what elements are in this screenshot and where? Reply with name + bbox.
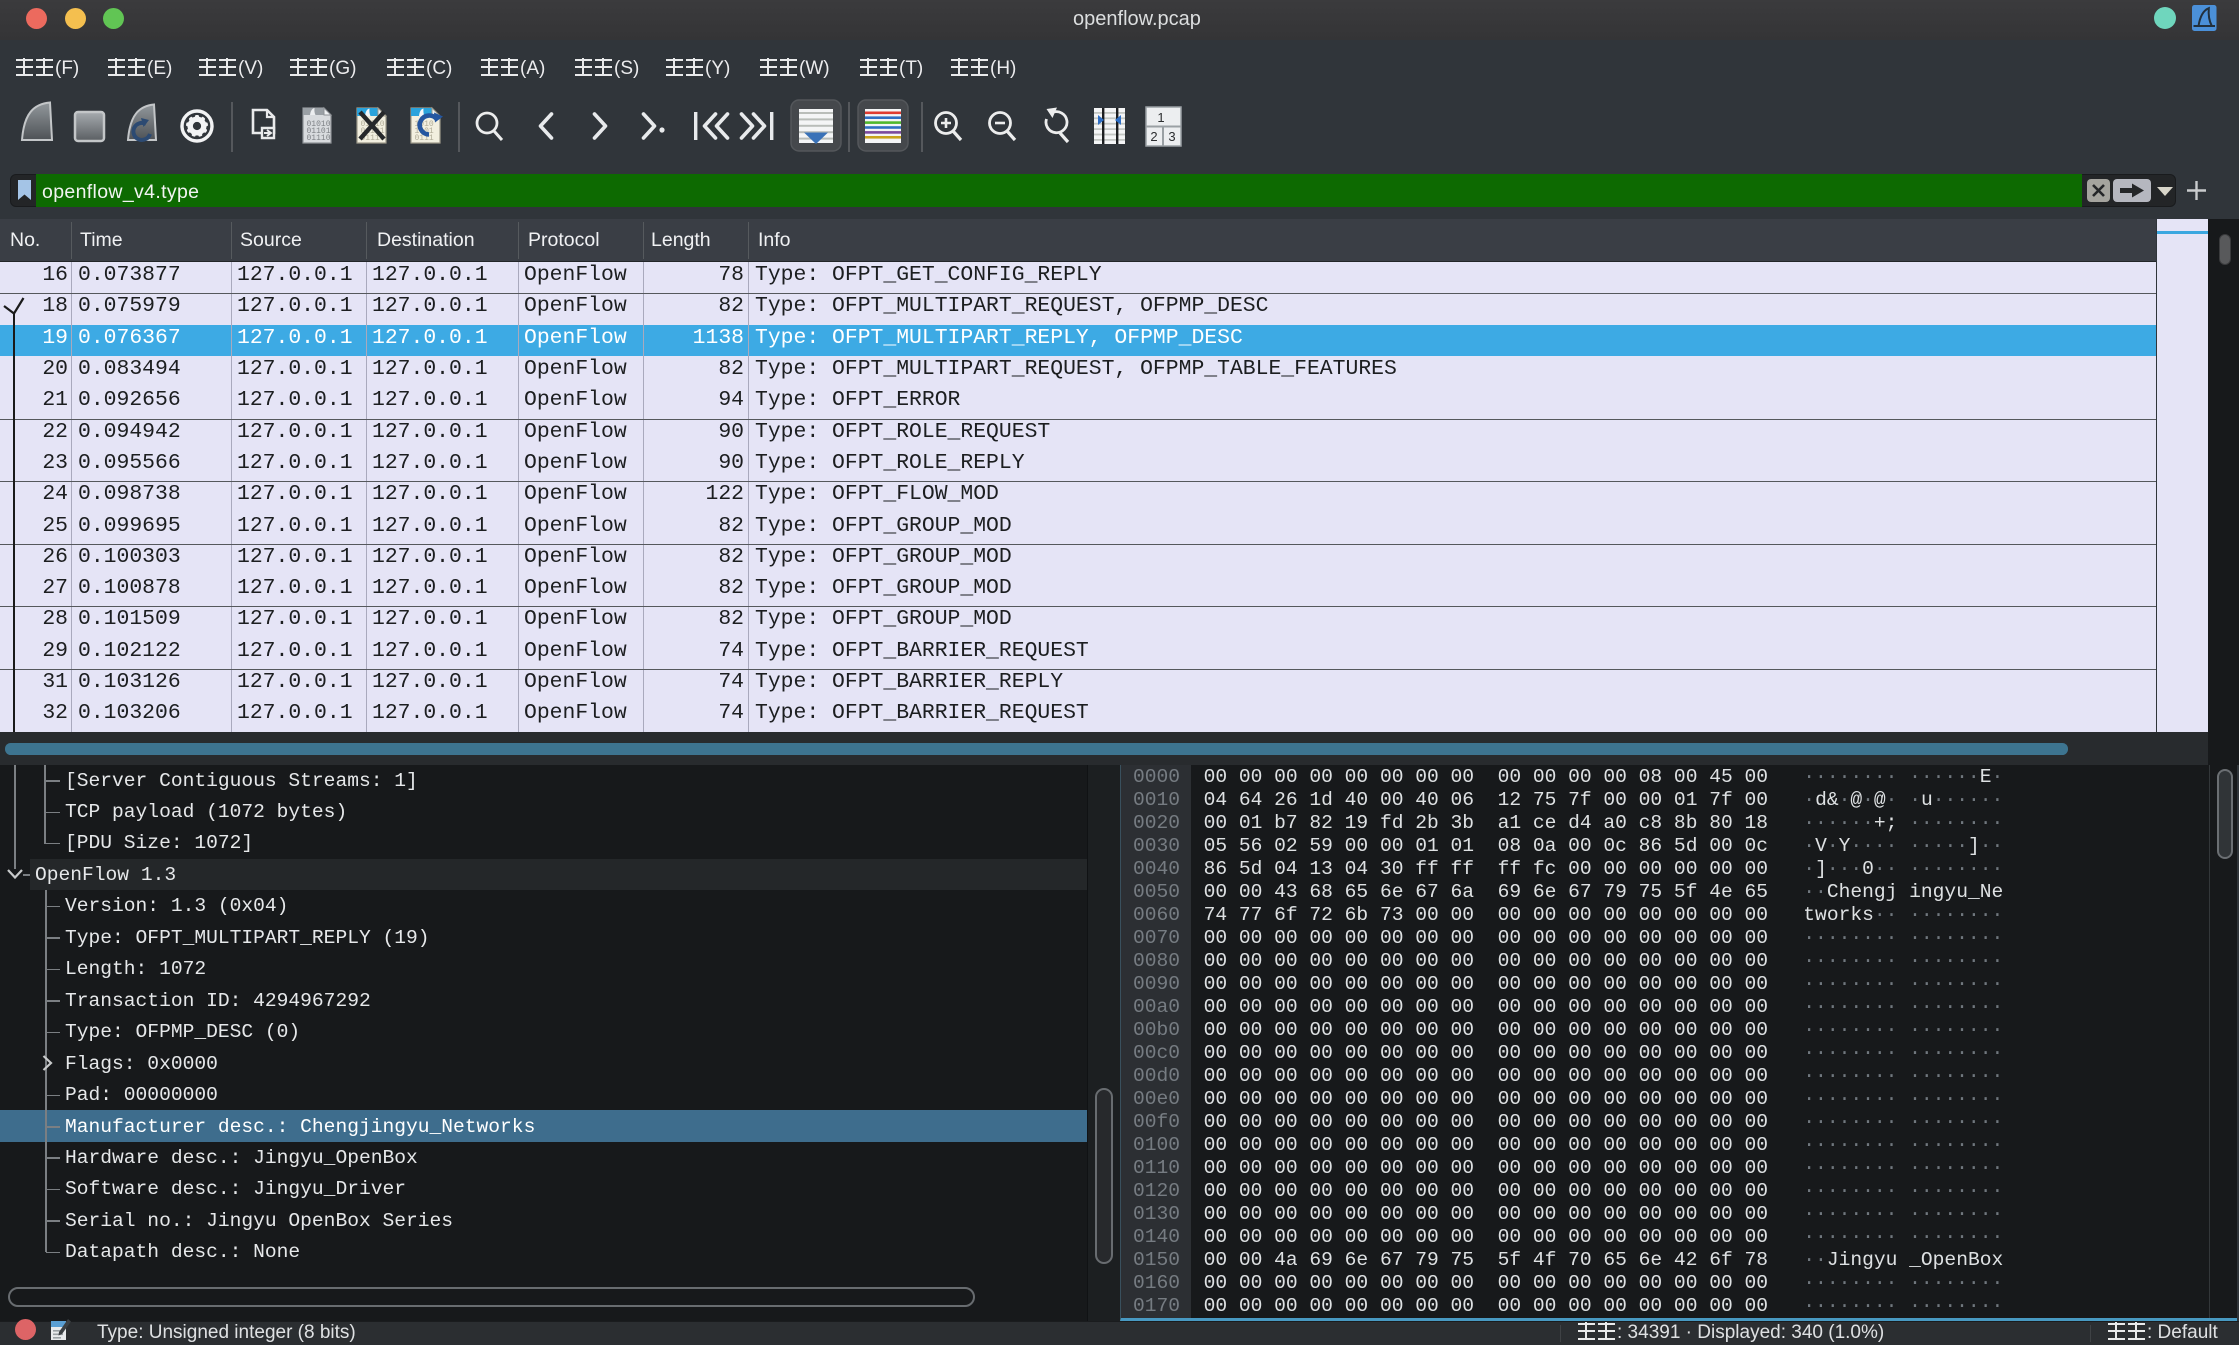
svg-text:1: 1	[1157, 110, 1164, 125]
svg-text:01110: 01110	[307, 134, 331, 143]
svg-text:3: 3	[1168, 129, 1175, 144]
svg-text:2: 2	[1150, 129, 1157, 144]
